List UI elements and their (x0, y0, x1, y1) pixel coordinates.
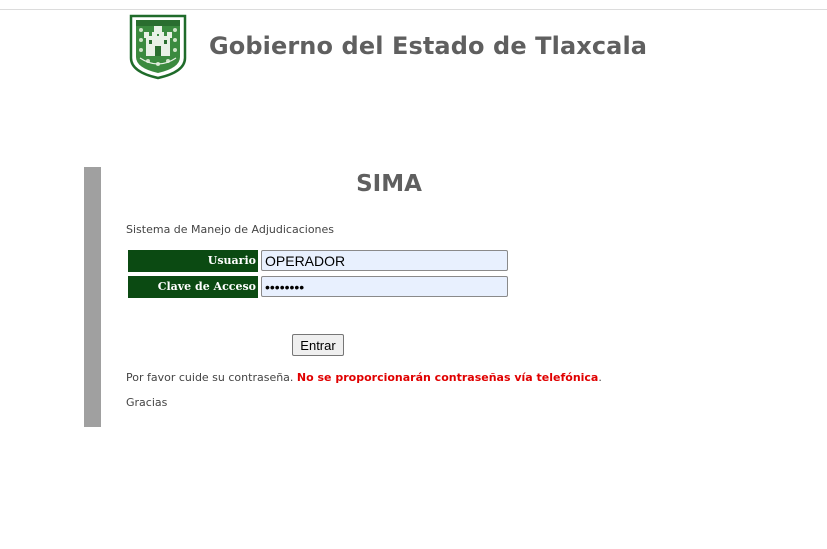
system-title: SIMA (356, 171, 422, 197)
thanks-text: Gracias (126, 396, 168, 409)
password-row: Clave de Acceso (128, 276, 508, 298)
page-header: Gobierno del Estado de Tlaxcala (128, 13, 647, 81)
password-notice: Por favor cuide su contraseña. No se pro… (126, 371, 602, 384)
username-input[interactable] (261, 250, 508, 271)
username-row: Usuario (128, 250, 508, 272)
username-label: Usuario (128, 250, 258, 272)
tlaxcala-coat-of-arms-icon (129, 14, 187, 80)
top-divider (0, 9, 827, 10)
notice-warning: No se proporcionarán contraseñas vía tel… (296, 371, 599, 384)
system-subtitle: Sistema de Manejo de Adjudicaciones (126, 223, 335, 236)
password-label: Clave de Acceso (128, 276, 258, 298)
notice-tail: . (598, 371, 602, 384)
notice-lead: Por favor cuide su contraseña. (126, 371, 297, 384)
left-accent-bar (84, 167, 101, 427)
government-title: Gobierno del Estado de Tlaxcala (209, 32, 648, 60)
password-input[interactable] (261, 276, 508, 297)
submit-button[interactable]: Entrar (292, 334, 344, 356)
